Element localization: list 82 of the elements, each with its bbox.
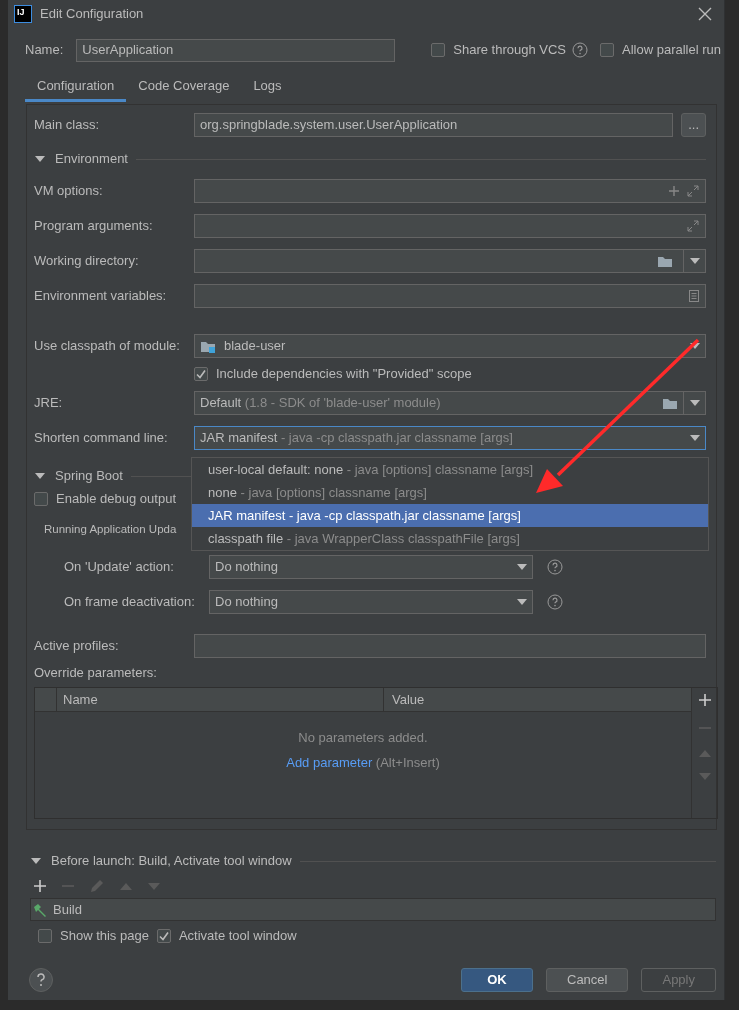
input-field[interactable] (194, 634, 706, 658)
help-button[interactable] (29, 968, 53, 992)
help-icon (547, 558, 563, 575)
expand-icon (687, 219, 699, 232)
caret-icon (517, 598, 527, 605)
edit-icon[interactable] (90, 879, 104, 893)
input-field[interactable] (194, 213, 706, 238)
close-icon[interactable] (698, 7, 712, 21)
field-label: On frame deactivation: (64, 592, 196, 611)
caret-icon (517, 563, 527, 570)
dropdown[interactable]: Do nothing (209, 589, 533, 614)
input-field[interactable]: org.springblade.system.user.UserApplication (194, 113, 674, 137)
field-label: VM options: (34, 181, 104, 200)
field-label: Environment variables: (34, 286, 168, 305)
checkbox[interactable]: Share through VCS (431, 40, 567, 60)
browse-button[interactable]: ... (681, 113, 706, 137)
document-icon (689, 289, 699, 302)
help-icon (35, 973, 47, 987)
input-field[interactable] (194, 248, 684, 273)
app-logo: IJ (14, 5, 32, 23)
caret-icon (689, 399, 700, 406)
caret-icon (689, 257, 700, 264)
add-icon[interactable] (34, 880, 46, 892)
field-label: JRE: (34, 393, 64, 412)
move-down-icon[interactable] (698, 773, 711, 780)
tab[interactable]: Code Coverage (126, 72, 242, 102)
check-icon (195, 368, 207, 380)
triangle-icon[interactable] (34, 471, 46, 481)
move-up-icon[interactable] (698, 750, 711, 757)
column-header[interactable]: Name (57, 688, 384, 711)
dropdown[interactable]: Do nothing (209, 554, 533, 579)
dropdown-button[interactable] (684, 248, 706, 273)
input-field[interactable] (194, 283, 706, 308)
dropdown-option[interactable]: JAR manifest - java -cp classpath.jar classname [args] (192, 504, 708, 527)
add-parameter-link[interactable]: Add parameter (286, 755, 373, 770)
dropdown[interactable]: Default (1.8 - SDK of 'blade-user' module) (194, 390, 684, 415)
field-label: Shorten command line: (34, 428, 169, 447)
field-label: Override parameters: (34, 665, 157, 680)
dropdown-option[interactable]: none - java [options] classname [args] (192, 481, 708, 504)
checkbox[interactable]: Show this page (38, 926, 149, 946)
dropdown-option[interactable]: user-local default: none - java [options] classname [args] (192, 458, 708, 481)
field-label: On 'Update' action: (64, 557, 175, 576)
move-up-icon[interactable] (120, 882, 132, 890)
section-title[interactable]: Spring Boot (55, 466, 123, 486)
field-label: Program arguments: (34, 216, 154, 235)
field-label: Name: (25, 41, 64, 60)
dropdown-option[interactable]: classpath file - java WrapperClass classpathFile [args] (192, 527, 708, 550)
section-title[interactable]: Environment (55, 149, 128, 169)
hammer-icon (33, 902, 49, 917)
field-label: Working directory: (34, 251, 140, 270)
expand-icon (687, 184, 699, 197)
check-icon (157, 930, 170, 942)
dropdown[interactable]: blade-user (194, 333, 706, 358)
tab[interactable]: Logs (241, 72, 294, 102)
name-field[interactable]: UserApplication (76, 38, 396, 62)
window-title: Edit Configuration (40, 5, 144, 24)
input-field[interactable] (194, 178, 706, 203)
dropdown-button[interactable] (684, 390, 706, 415)
group-heading: Running Application Upda (44, 523, 177, 535)
dialog-button[interactable]: OK (461, 968, 533, 992)
task-row[interactable]: Build (30, 898, 716, 921)
checkbox[interactable]: Allow parallel run (600, 40, 722, 60)
section-title[interactable]: Before launch: Build, Activate tool window (51, 851, 292, 871)
checkbox[interactable]: Include dependencies with "Provided" scope (194, 364, 472, 384)
field-label: Use classpath of module: (34, 336, 181, 355)
column-header[interactable]: Value (384, 688, 691, 711)
field-label: Active profiles: (34, 637, 120, 656)
move-down-icon[interactable] (148, 882, 160, 890)
dropdown[interactable]: JAR manifest - java -cp classpath.jar classname [args] (194, 425, 706, 450)
field-label: Main class: (34, 116, 101, 135)
triangle-icon[interactable] (30, 856, 42, 866)
shortcut-hint: (Alt+Insert) (375, 755, 440, 770)
add-icon[interactable] (698, 694, 711, 706)
plus-icon (669, 185, 679, 196)
dialog-button[interactable]: Cancel (546, 968, 629, 992)
checkbox[interactable]: Enable debug output (34, 489, 176, 509)
caret-icon (690, 434, 700, 441)
caret-icon (690, 342, 700, 349)
empty-message: No parameters added. (298, 728, 428, 747)
help-icon (547, 593, 563, 610)
triangle-icon[interactable] (34, 154, 46, 164)
checkbox[interactable]: Activate tool window (156, 926, 297, 946)
